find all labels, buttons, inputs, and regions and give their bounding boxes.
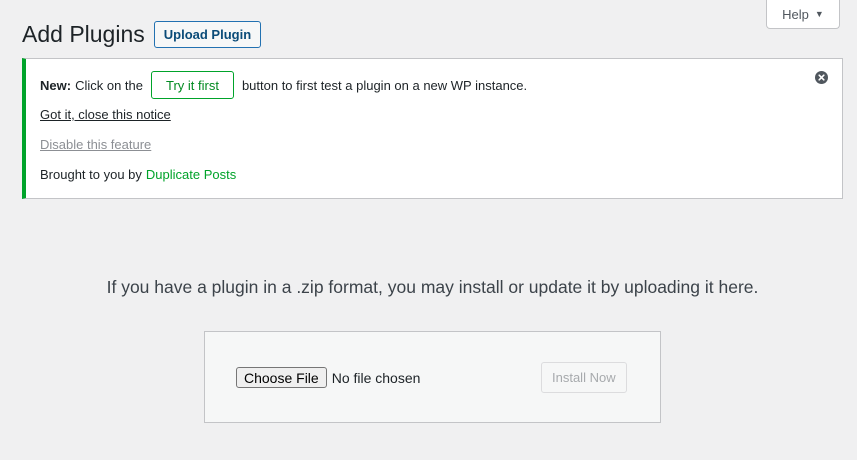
upload-plugin-form: Choose File No file chosen Install Now [204,331,661,423]
file-input[interactable]: Choose File No file chosen [236,367,420,388]
close-notice-link[interactable]: Got it, close this notice [40,107,171,122]
help-tab-button[interactable]: Help ▼ [766,0,840,29]
notice-text-after: button to first test a plugin on a new W… [241,77,528,93]
disable-feature-link[interactable]: Disable this feature [40,137,151,152]
help-tab-label: Help [782,6,809,22]
try-it-first-notice: New: Click on the Try it first button to… [22,58,843,199]
upload-instructions: If you have a plugin in a .zip format, y… [106,277,759,297]
notice-text-before: Click on the [75,77,143,93]
credit-text: Brought to you by [40,167,142,182]
install-now-button[interactable]: Install Now [541,362,627,393]
close-circle-icon[interactable] [815,71,828,84]
close-notice-row: Got it, close this notice [40,107,171,122]
try-it-first-button[interactable]: Try it first [150,71,234,99]
disable-feature-row: Disable this feature [40,137,151,152]
upload-plugin-button[interactable]: Upload Plugin [153,21,262,48]
notice-message: New: Click on the Try it first button to… [40,71,527,99]
caret-down-icon: ▼ [814,9,824,19]
duplicate-posts-link[interactable]: Duplicate Posts [146,167,236,182]
file-status-text: No file chosen [331,369,421,386]
notice-prefix: New: [40,77,72,93]
credit-row: Brought to you by Duplicate Posts [40,167,236,182]
page-title: Add Plugins [22,21,145,47]
add-plugins-page: Help ▼ Add Plugins Upload Plugin New: Cl… [0,0,857,460]
page-header: Add Plugins Upload Plugin [22,20,262,49]
choose-file-button[interactable]: Choose File [236,367,327,388]
